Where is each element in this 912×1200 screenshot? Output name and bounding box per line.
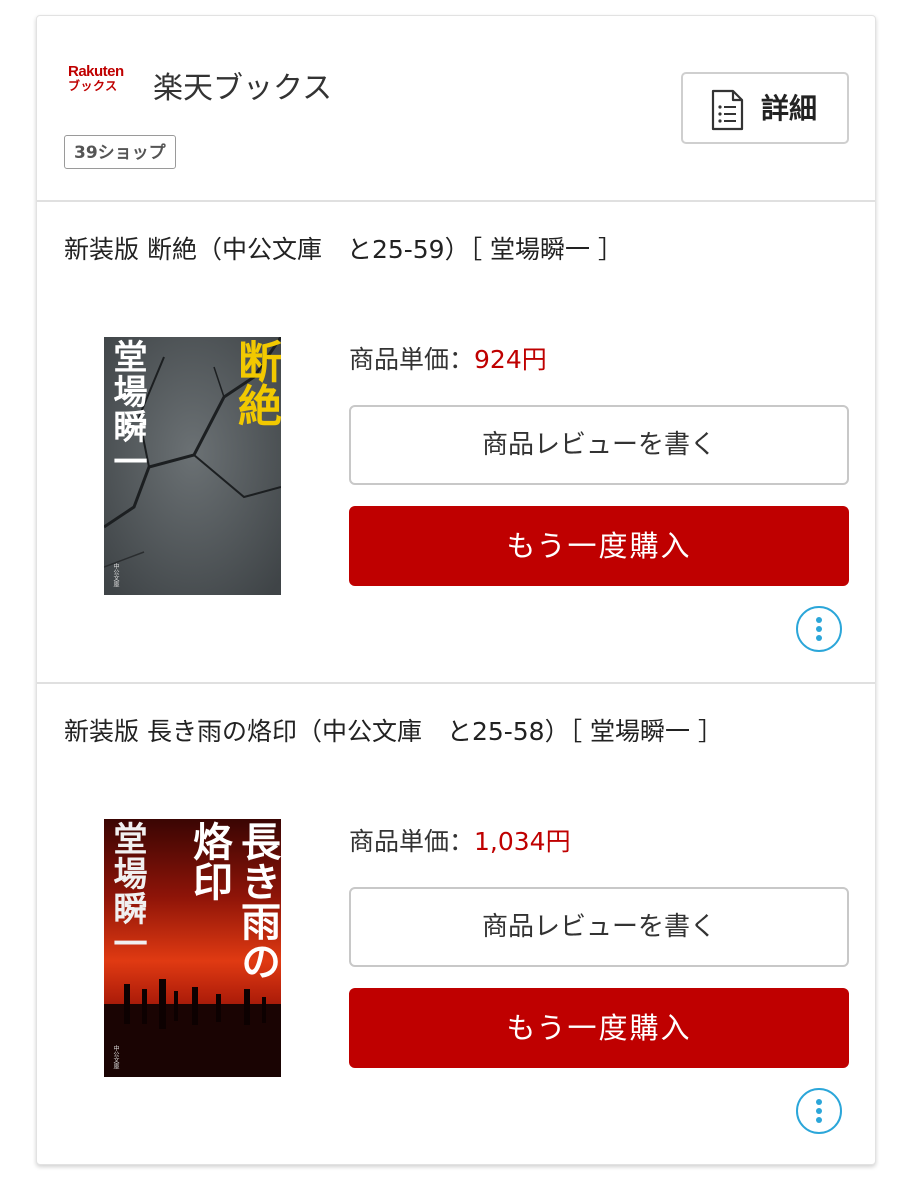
buy-again-button[interactable]: もう一度購入 <box>349 506 849 586</box>
buy-again-button[interactable]: もう一度購入 <box>349 988 849 1068</box>
book-cover-image[interactable]: 堂場瞬一 断絶 中公文庫 <box>104 337 281 595</box>
cover-author: 堂場瞬一 <box>107 821 147 961</box>
item-title[interactable]: 新装版 断絶（中公文庫 と25-59）［ 堂場瞬一 ］ <box>64 234 623 266</box>
write-review-button[interactable]: 商品レビューを書く <box>349 405 849 485</box>
order-item: 新装版 断絶（中公文庫 と25-59）［ 堂場瞬一 ］ 堂場瞬一 断絶 中公文庫 <box>37 202 875 682</box>
document-list-icon <box>711 89 744 131</box>
cover-author: 堂場瞬一 <box>107 339 147 479</box>
more-options-button[interactable] <box>796 1088 842 1134</box>
unit-price: 商品単価：924円 <box>349 344 547 376</box>
unit-price-label: 商品単価： <box>349 345 475 374</box>
purchase-history-card: Rakuten ブックス 楽天ブックス 39ショップ 詳細 新装版 断絶（中公文… <box>36 15 876 1165</box>
cover-publisher: 中公文庫 <box>112 563 119 587</box>
cover-title-line2: 烙印 <box>186 821 233 901</box>
shop-badge: 39ショップ <box>64 135 176 169</box>
shop-header: Rakuten ブックス 楽天ブックス 39ショップ 詳細 <box>37 16 875 200</box>
unit-price-label: 商品単価： <box>349 827 475 856</box>
write-review-button[interactable]: 商品レビューを書く <box>349 887 849 967</box>
rakuten-books-logo: Rakuten ブックス <box>68 64 132 104</box>
cover-title: 断絶 <box>230 339 281 427</box>
book-cover-image[interactable]: 堂場瞬一 長き雨の 烙印 中公文庫 <box>104 819 281 1077</box>
logo-text-rakuten: Rakuten <box>68 63 124 80</box>
logo-text-books: ブックス <box>68 79 118 93</box>
unit-price: 商品単価：1,034円 <box>349 826 571 858</box>
cover-publisher: 中公文庫 <box>112 1045 119 1069</box>
more-options-button[interactable] <box>796 606 842 652</box>
detail-button-label: 詳細 <box>761 92 818 125</box>
detail-button[interactable]: 詳細 <box>681 72 849 144</box>
unit-price-value: 1,034円 <box>474 827 571 856</box>
order-item: 新装版 長き雨の烙印（中公文庫 と25-58）［ 堂場瞬一 ］ 堂場瞬一 長き雨… <box>37 684 875 1164</box>
shop-name[interactable]: 楽天ブックス <box>153 74 332 104</box>
unit-price-value: 924円 <box>474 345 547 374</box>
item-title[interactable]: 新装版 長き雨の烙印（中公文庫 と25-58）［ 堂場瞬一 ］ <box>64 716 723 748</box>
cover-title-line1: 長き雨の <box>234 821 281 981</box>
